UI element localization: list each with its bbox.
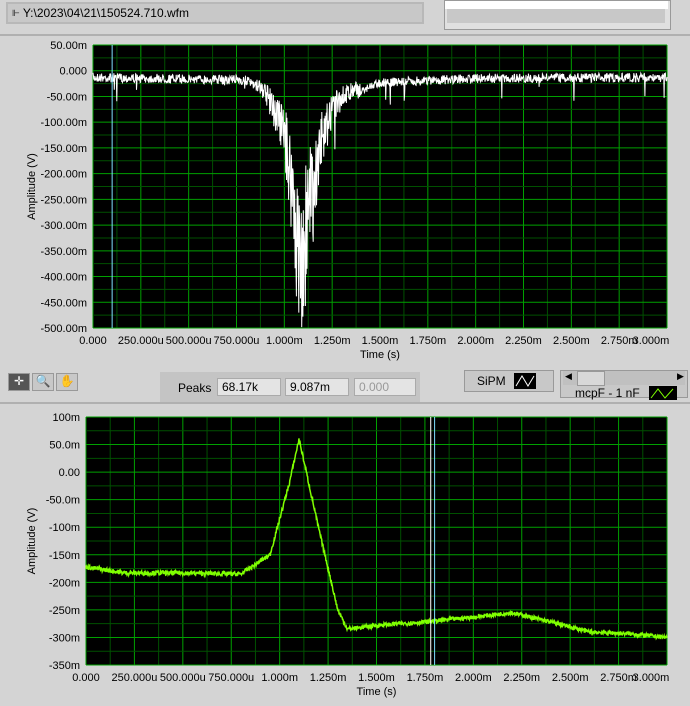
horizontal-scrollbar[interactable] — [447, 9, 665, 23]
mcpf-graph-panel: 0.000 250.000u 500.000u 750.000u 1.000m 1.250… — [0, 402, 690, 706]
legend-scroll-panel: ◀ ▶ mcpF - 1 nF — [560, 370, 688, 400]
x-tick-label: 750.000u — [214, 335, 260, 347]
sipm-graph[interactable]: 0.000 250.000u 500.000u 750.000u 1.000m 1.250… — [0, 36, 690, 366]
y-tick-label: -50.00m — [47, 91, 87, 103]
x-tick-label: 2.250m — [503, 672, 540, 684]
scroll-thumb[interactable] — [577, 371, 605, 386]
legend-sipm-label: SiPM — [477, 374, 506, 388]
x-axis-label: Time (s) — [357, 686, 397, 698]
graph-palette: ✛ 🔍 ✋ — [6, 371, 82, 393]
y-axis-label: Amplitude (V) — [26, 153, 38, 220]
x-tick-label: 1.500m — [362, 335, 399, 347]
cursor-tool-icon[interactable]: ✛ — [8, 373, 30, 391]
y-tick-label: 0.00 — [59, 467, 80, 479]
y-tick-label: -350.00m — [41, 246, 87, 258]
y-tick-label: -150.00m — [41, 143, 87, 155]
y-tick-label: -100.00m — [41, 117, 87, 129]
pan-hand-icon[interactable]: ✋ — [56, 373, 78, 391]
x-tick-label: 1.000m — [266, 335, 303, 347]
x-tick-label: 500.000u — [166, 335, 212, 347]
file-path-field[interactable]: ⊩ Y:\2023\04\21\150524.710.wfm — [6, 2, 424, 24]
x-tick-label: 1.250m — [314, 335, 351, 347]
y-tick-label: -200m — [49, 577, 80, 589]
x-tick-label: 2.750m — [600, 672, 637, 684]
peaks-value-2[interactable]: 9.087m — [285, 378, 349, 396]
x-tick-label: 500.000u — [160, 672, 206, 684]
y-tick-label: 50.00m — [50, 40, 87, 52]
x-tick-label: 2.000m — [457, 335, 494, 347]
y-tick-label: -50.0m — [46, 495, 80, 507]
x-tick-label: 1.000m — [261, 672, 298, 684]
peaks-label: Peaks — [178, 381, 212, 395]
x-tick-label: 1.500m — [358, 672, 395, 684]
y-tick-label: -450.00m — [41, 297, 87, 309]
y-tick-label: -400.00m — [41, 272, 87, 284]
sipm-graph-panel: 0.000 250.000u 500.000u 750.000u 1.000m 1.250… — [0, 34, 690, 366]
y-tick-label: -100m — [49, 522, 80, 534]
y-axis-label: Amplitude (V) — [26, 508, 38, 575]
x-tick-label: 2.000m — [455, 672, 492, 684]
y-tick-label: -300m — [49, 632, 80, 644]
x-tick-label: 0.000 — [72, 672, 100, 684]
y-tick-label: -250.00m — [41, 194, 87, 206]
mcpf-graph[interactable]: 0.000 250.000u 500.000u 750.000u 1.000m 1.250… — [0, 404, 690, 706]
x-tick-label: 3.000m — [633, 335, 670, 347]
legend-sipm[interactable]: SiPM — [464, 370, 554, 392]
y-tick-label: 50.0m — [49, 440, 80, 452]
path-icon: ⊩ — [12, 7, 20, 18]
x-tick-label: 0.000 — [79, 335, 107, 347]
x-tick-label: 2.500m — [552, 672, 589, 684]
legend-mcpf-label: mcpF - 1 nF — [575, 386, 640, 400]
scroll-right-icon[interactable]: ▶ — [677, 371, 684, 382]
sipm-line-style-icon — [513, 373, 536, 389]
x-tick-label: 2.500m — [553, 335, 590, 347]
y-tick-label: -500.00m — [41, 323, 87, 335]
zoom-tool-icon[interactable]: 🔍 — [32, 373, 54, 391]
y-tick-label: -300.00m — [41, 220, 87, 232]
x-tick-label: 1.750m — [409, 335, 446, 347]
y-tick-label: -200.00m — [41, 169, 87, 181]
listbox[interactable] — [444, 0, 671, 30]
peaks-value-1[interactable]: 68.17k — [217, 378, 281, 396]
file-path-text: Y:\2023\04\21\150524.710.wfm — [22, 6, 189, 20]
mcpf-line-style-icon — [649, 386, 677, 400]
legend-scrollbar[interactable]: ◀ ▶ — [563, 371, 685, 386]
x-tick-label: 2.250m — [505, 335, 542, 347]
x-tick-label: 1.750m — [407, 672, 444, 684]
y-tick-label: -350m — [49, 660, 80, 672]
y-tick-label: 100m — [52, 412, 80, 424]
y-tick-label: -250m — [49, 605, 80, 617]
x-tick-label: 1.250m — [310, 672, 347, 684]
y-tick-label: 0.000 — [59, 66, 87, 78]
x-tick-label: 250.000u — [118, 335, 164, 347]
peaks-value-3[interactable]: 0.000 — [354, 378, 416, 396]
x-axis-label: Time (s) — [360, 349, 400, 361]
x-tick-label: 3.000m — [633, 672, 670, 684]
scroll-left-icon[interactable]: ◀ — [565, 371, 572, 382]
x-tick-label: 250.000u — [111, 672, 157, 684]
y-tick-label: -150m — [49, 550, 80, 562]
x-tick-label: 750.000u — [208, 672, 254, 684]
